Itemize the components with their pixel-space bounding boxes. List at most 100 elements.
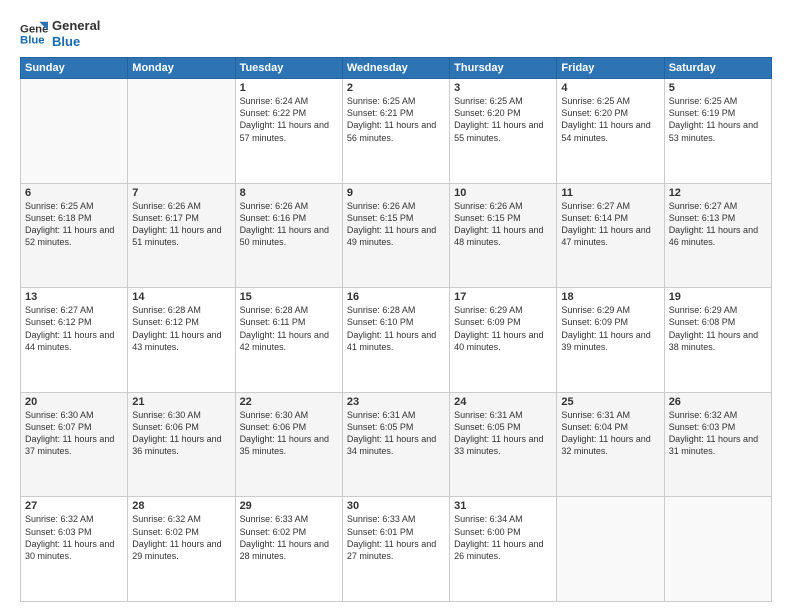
day-info: Sunrise: 6:30 AM Sunset: 6:06 PM Dayligh… (132, 409, 230, 458)
day-info: Sunrise: 6:27 AM Sunset: 6:14 PM Dayligh… (561, 200, 659, 249)
calendar-week-3: 13Sunrise: 6:27 AM Sunset: 6:12 PM Dayli… (21, 288, 772, 393)
day-info: Sunrise: 6:34 AM Sunset: 6:00 PM Dayligh… (454, 513, 552, 562)
day-number: 2 (347, 82, 445, 94)
calendar-cell: 18Sunrise: 6:29 AM Sunset: 6:09 PM Dayli… (557, 288, 664, 393)
calendar-cell: 2Sunrise: 6:25 AM Sunset: 6:21 PM Daylig… (342, 79, 449, 184)
logo: General Blue General Blue (20, 18, 100, 49)
day-info: Sunrise: 6:26 AM Sunset: 6:15 PM Dayligh… (454, 200, 552, 249)
calendar-cell: 29Sunrise: 6:33 AM Sunset: 6:02 PM Dayli… (235, 497, 342, 602)
calendar-week-1: 1Sunrise: 6:24 AM Sunset: 6:22 PM Daylig… (21, 79, 772, 184)
day-info: Sunrise: 6:31 AM Sunset: 6:04 PM Dayligh… (561, 409, 659, 458)
day-info: Sunrise: 6:24 AM Sunset: 6:22 PM Dayligh… (240, 95, 338, 144)
day-number: 9 (347, 187, 445, 199)
day-info: Sunrise: 6:29 AM Sunset: 6:09 PM Dayligh… (561, 304, 659, 353)
day-number: 8 (240, 187, 338, 199)
day-number: 13 (25, 291, 123, 303)
day-number: 27 (25, 500, 123, 512)
day-number: 30 (347, 500, 445, 512)
calendar-cell: 11Sunrise: 6:27 AM Sunset: 6:14 PM Dayli… (557, 183, 664, 288)
header: General Blue General Blue (20, 18, 772, 49)
day-info: Sunrise: 6:26 AM Sunset: 6:16 PM Dayligh… (240, 200, 338, 249)
weekday-header-wednesday: Wednesday (342, 58, 449, 79)
logo-text: General Blue (52, 18, 100, 49)
svg-text:Blue: Blue (20, 34, 45, 46)
calendar-cell (664, 497, 771, 602)
calendar-cell: 13Sunrise: 6:27 AM Sunset: 6:12 PM Dayli… (21, 288, 128, 393)
calendar-cell: 6Sunrise: 6:25 AM Sunset: 6:18 PM Daylig… (21, 183, 128, 288)
day-info: Sunrise: 6:33 AM Sunset: 6:02 PM Dayligh… (240, 513, 338, 562)
calendar-cell: 8Sunrise: 6:26 AM Sunset: 6:16 PM Daylig… (235, 183, 342, 288)
day-info: Sunrise: 6:29 AM Sunset: 6:09 PM Dayligh… (454, 304, 552, 353)
calendar-cell: 24Sunrise: 6:31 AM Sunset: 6:05 PM Dayli… (450, 392, 557, 497)
calendar-week-4: 20Sunrise: 6:30 AM Sunset: 6:07 PM Dayli… (21, 392, 772, 497)
day-info: Sunrise: 6:27 AM Sunset: 6:12 PM Dayligh… (25, 304, 123, 353)
day-number: 11 (561, 187, 659, 199)
calendar-cell: 9Sunrise: 6:26 AM Sunset: 6:15 PM Daylig… (342, 183, 449, 288)
day-number: 7 (132, 187, 230, 199)
calendar-cell: 26Sunrise: 6:32 AM Sunset: 6:03 PM Dayli… (664, 392, 771, 497)
day-info: Sunrise: 6:26 AM Sunset: 6:17 PM Dayligh… (132, 200, 230, 249)
day-number: 15 (240, 291, 338, 303)
day-number: 12 (669, 187, 767, 199)
calendar-cell: 20Sunrise: 6:30 AM Sunset: 6:07 PM Dayli… (21, 392, 128, 497)
day-info: Sunrise: 6:27 AM Sunset: 6:13 PM Dayligh… (669, 200, 767, 249)
day-number: 18 (561, 291, 659, 303)
calendar-cell: 28Sunrise: 6:32 AM Sunset: 6:02 PM Dayli… (128, 497, 235, 602)
calendar-cell (21, 79, 128, 184)
day-number: 24 (454, 396, 552, 408)
calendar-cell: 14Sunrise: 6:28 AM Sunset: 6:12 PM Dayli… (128, 288, 235, 393)
weekday-header-tuesday: Tuesday (235, 58, 342, 79)
day-number: 25 (561, 396, 659, 408)
day-number: 16 (347, 291, 445, 303)
day-number: 26 (669, 396, 767, 408)
page: General Blue General Blue SundayMondayTu… (0, 0, 792, 612)
calendar-cell: 17Sunrise: 6:29 AM Sunset: 6:09 PM Dayli… (450, 288, 557, 393)
day-number: 29 (240, 500, 338, 512)
calendar-cell: 12Sunrise: 6:27 AM Sunset: 6:13 PM Dayli… (664, 183, 771, 288)
day-number: 6 (25, 187, 123, 199)
calendar-cell: 22Sunrise: 6:30 AM Sunset: 6:06 PM Dayli… (235, 392, 342, 497)
day-info: Sunrise: 6:25 AM Sunset: 6:20 PM Dayligh… (561, 95, 659, 144)
day-number: 20 (25, 396, 123, 408)
calendar-cell: 31Sunrise: 6:34 AM Sunset: 6:00 PM Dayli… (450, 497, 557, 602)
day-info: Sunrise: 6:29 AM Sunset: 6:08 PM Dayligh… (669, 304, 767, 353)
day-info: Sunrise: 6:28 AM Sunset: 6:10 PM Dayligh… (347, 304, 445, 353)
day-number: 19 (669, 291, 767, 303)
calendar-cell: 10Sunrise: 6:26 AM Sunset: 6:15 PM Dayli… (450, 183, 557, 288)
day-info: Sunrise: 6:30 AM Sunset: 6:06 PM Dayligh… (240, 409, 338, 458)
calendar-cell: 1Sunrise: 6:24 AM Sunset: 6:22 PM Daylig… (235, 79, 342, 184)
day-number: 10 (454, 187, 552, 199)
day-info: Sunrise: 6:31 AM Sunset: 6:05 PM Dayligh… (454, 409, 552, 458)
weekday-header-monday: Monday (128, 58, 235, 79)
calendar-cell: 25Sunrise: 6:31 AM Sunset: 6:04 PM Dayli… (557, 392, 664, 497)
day-number: 28 (132, 500, 230, 512)
day-info: Sunrise: 6:32 AM Sunset: 6:02 PM Dayligh… (132, 513, 230, 562)
day-info: Sunrise: 6:32 AM Sunset: 6:03 PM Dayligh… (25, 513, 123, 562)
day-info: Sunrise: 6:25 AM Sunset: 6:21 PM Dayligh… (347, 95, 445, 144)
day-number: 31 (454, 500, 552, 512)
day-info: Sunrise: 6:31 AM Sunset: 6:05 PM Dayligh… (347, 409, 445, 458)
calendar-cell: 27Sunrise: 6:32 AM Sunset: 6:03 PM Dayli… (21, 497, 128, 602)
day-number: 22 (240, 396, 338, 408)
calendar-cell (557, 497, 664, 602)
day-number: 5 (669, 82, 767, 94)
day-info: Sunrise: 6:28 AM Sunset: 6:11 PM Dayligh… (240, 304, 338, 353)
day-number: 1 (240, 82, 338, 94)
calendar-cell: 30Sunrise: 6:33 AM Sunset: 6:01 PM Dayli… (342, 497, 449, 602)
day-number: 4 (561, 82, 659, 94)
calendar-table: SundayMondayTuesdayWednesdayThursdayFrid… (20, 57, 772, 602)
day-info: Sunrise: 6:25 AM Sunset: 6:19 PM Dayligh… (669, 95, 767, 144)
weekday-header-thursday: Thursday (450, 58, 557, 79)
day-info: Sunrise: 6:30 AM Sunset: 6:07 PM Dayligh… (25, 409, 123, 458)
day-info: Sunrise: 6:25 AM Sunset: 6:18 PM Dayligh… (25, 200, 123, 249)
calendar-cell (128, 79, 235, 184)
calendar-week-2: 6Sunrise: 6:25 AM Sunset: 6:18 PM Daylig… (21, 183, 772, 288)
weekday-header-sunday: Sunday (21, 58, 128, 79)
day-info: Sunrise: 6:25 AM Sunset: 6:20 PM Dayligh… (454, 95, 552, 144)
calendar-cell: 4Sunrise: 6:25 AM Sunset: 6:20 PM Daylig… (557, 79, 664, 184)
day-number: 21 (132, 396, 230, 408)
day-info: Sunrise: 6:28 AM Sunset: 6:12 PM Dayligh… (132, 304, 230, 353)
day-number: 3 (454, 82, 552, 94)
calendar-cell: 15Sunrise: 6:28 AM Sunset: 6:11 PM Dayli… (235, 288, 342, 393)
weekday-header-friday: Friday (557, 58, 664, 79)
